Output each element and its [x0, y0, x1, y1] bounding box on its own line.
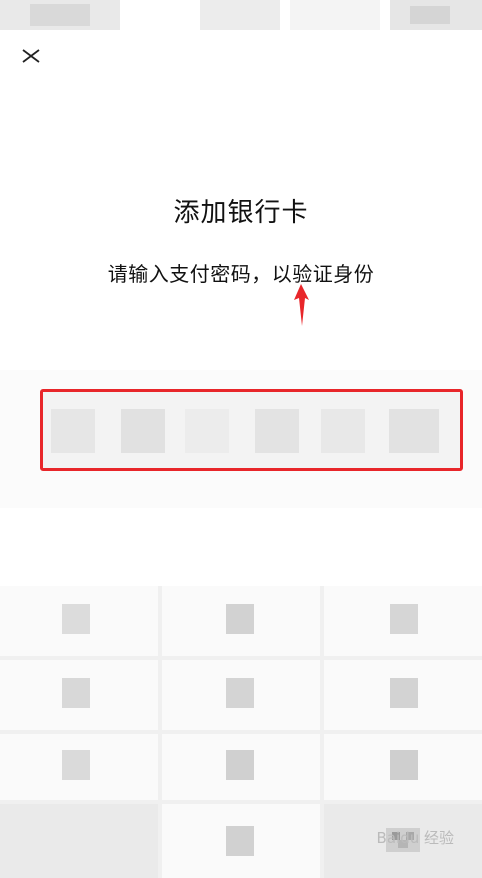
password-cell — [321, 409, 365, 453]
password-cell — [255, 409, 299, 453]
keypad-key[interactable] — [162, 660, 320, 730]
keypad-key[interactable] — [0, 660, 158, 730]
password-cell — [51, 409, 95, 453]
keypad-key[interactable] — [162, 734, 320, 800]
keypad-key[interactable] — [324, 734, 482, 800]
close-button[interactable] — [16, 44, 46, 70]
close-icon — [20, 47, 42, 67]
status-bar — [0, 0, 482, 36]
watermark: Baidu 经验 — [376, 829, 454, 847]
annotation-arrow-icon — [290, 282, 312, 332]
keypad-blank-key — [0, 804, 158, 878]
password-cell — [121, 409, 165, 453]
password-cell — [185, 409, 229, 453]
keypad-key[interactable] — [0, 734, 158, 800]
page-subtitle: 请输入支付密码，以验证身份 — [107, 262, 375, 286]
password-input[interactable] — [40, 389, 463, 471]
keypad-key[interactable] — [0, 586, 158, 656]
keypad-key[interactable] — [324, 586, 482, 656]
keypad-key[interactable] — [162, 804, 320, 878]
page-title: 添加银行卡 — [173, 198, 309, 228]
keypad-key[interactable] — [324, 660, 482, 730]
keypad-key[interactable] — [162, 586, 320, 656]
password-cell — [389, 409, 439, 453]
